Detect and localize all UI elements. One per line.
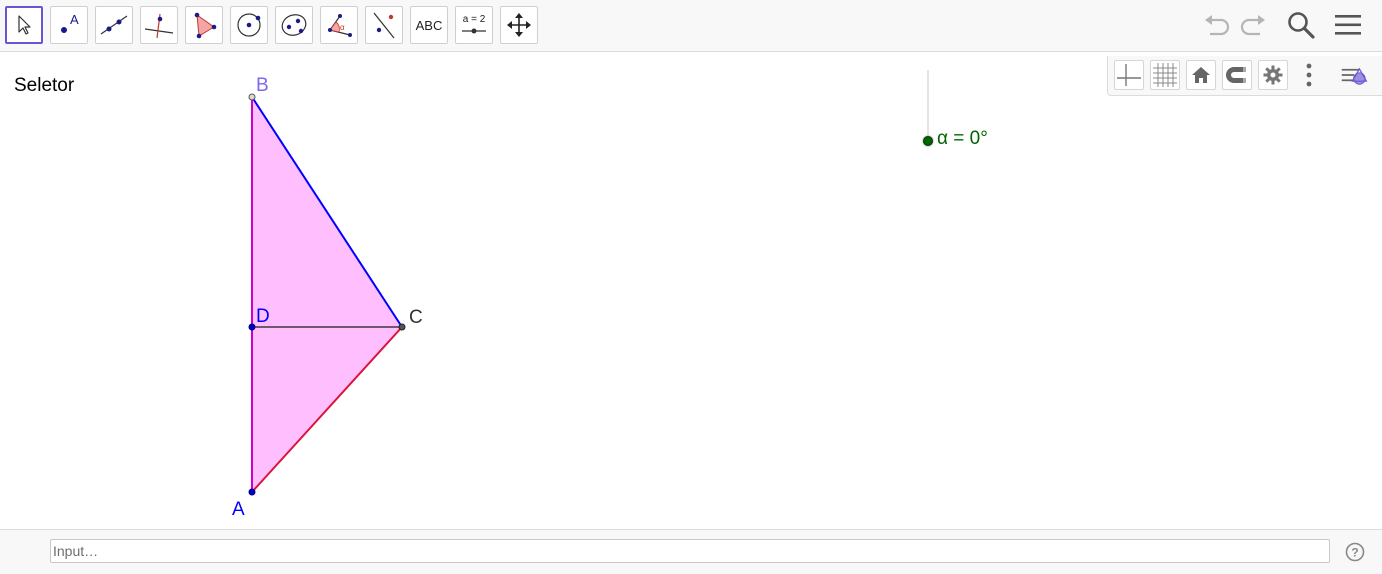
main-menu-button[interactable]	[1331, 8, 1365, 42]
standard-view-button[interactable]	[1186, 60, 1216, 90]
geogebra-app: A α ABC a = 2 Seletor B C D A α = 0° Inp…	[0, 0, 1382, 574]
polygon-icon	[194, 12, 217, 39]
slider-tool-label: a = 2	[463, 14, 486, 25]
point-b[interactable]	[248, 93, 256, 101]
redo-button[interactable]	[1236, 8, 1270, 42]
point-d[interactable]	[248, 323, 256, 331]
point-capturing-button[interactable]	[1222, 60, 1252, 90]
graphics-view[interactable]: Seletor B C D A α = 0°	[0, 53, 1382, 529]
point-tool-button[interactable]: A	[50, 6, 88, 44]
angle-tool-button[interactable]: α	[320, 6, 358, 44]
algebra-input-bar: ?	[0, 529, 1382, 574]
point-d-label: D	[256, 306, 270, 327]
redo-icon	[1240, 15, 1265, 36]
slider-icon: a = 2	[462, 14, 486, 34]
magnet-icon	[1226, 67, 1246, 83]
style-bar-toggle-icon	[1341, 67, 1368, 85]
point-icon: A	[61, 12, 79, 33]
graphics-style-bar	[1107, 56, 1382, 96]
slider-tool-button[interactable]: a = 2	[455, 6, 493, 44]
move-tool-button[interactable]	[5, 6, 43, 44]
pointer-icon	[18, 15, 31, 35]
style-bar-toggle-button[interactable]	[1340, 60, 1370, 90]
point-c-label: C	[409, 307, 423, 328]
menu-icon	[1335, 15, 1361, 35]
move-graphics-icon	[507, 13, 531, 37]
slider-handle[interactable]	[923, 136, 933, 146]
svg-text:?: ?	[1351, 546, 1358, 560]
home-icon	[1192, 67, 1210, 83]
search-icon	[1288, 12, 1315, 39]
search-button[interactable]	[1284, 8, 1318, 42]
circle-tool-button[interactable]	[230, 6, 268, 44]
text-tool-button[interactable]: ABC	[410, 6, 448, 44]
angle-tool-label: α	[340, 23, 345, 32]
conic-tool-button[interactable]	[275, 6, 313, 44]
main-toolbar: A α ABC a = 2	[0, 0, 1382, 52]
grid-icon	[1153, 63, 1177, 87]
axes-icon	[1117, 64, 1141, 86]
reflect-tool-button[interactable]	[365, 6, 403, 44]
point-tool-label: A	[70, 12, 79, 27]
ellipse-icon	[281, 14, 307, 36]
point-a-label: A	[232, 499, 245, 520]
point-a[interactable]	[248, 488, 256, 496]
circle-icon	[237, 13, 261, 37]
text-icon: ABC	[415, 17, 443, 33]
move-graphics-view-tool-button[interactable]	[500, 6, 538, 44]
more-options-button[interactable]	[1294, 60, 1324, 90]
gear-icon	[1263, 65, 1283, 85]
more-vertical-icon	[1306, 63, 1312, 87]
toggle-axes-button[interactable]	[1114, 60, 1144, 90]
point-b-label: B	[256, 75, 269, 96]
slider-alpha-label: α = 0°	[937, 128, 988, 149]
line-tool-button[interactable]	[95, 6, 133, 44]
polygon-abc[interactable]	[252, 97, 402, 492]
undo-icon	[1205, 15, 1230, 36]
toggle-grid-button[interactable]	[1150, 60, 1180, 90]
line-icon	[100, 15, 128, 35]
angle-icon: α	[328, 14, 352, 37]
perpendicular-line-icon	[144, 13, 174, 39]
graphics-settings-button[interactable]	[1258, 60, 1288, 90]
perpendicular-line-tool-button[interactable]	[140, 6, 178, 44]
undo-button[interactable]	[1200, 8, 1234, 42]
construction-canvas[interactable]: B C D A α = 0°	[0, 53, 1382, 529]
algebra-input-field[interactable]	[50, 539, 1330, 563]
polygon-tool-button[interactable]	[185, 6, 223, 44]
point-c[interactable]	[398, 323, 406, 331]
reflect-icon	[373, 12, 395, 39]
help-icon: ?	[1345, 542, 1365, 562]
input-help-button[interactable]: ?	[1344, 541, 1366, 563]
